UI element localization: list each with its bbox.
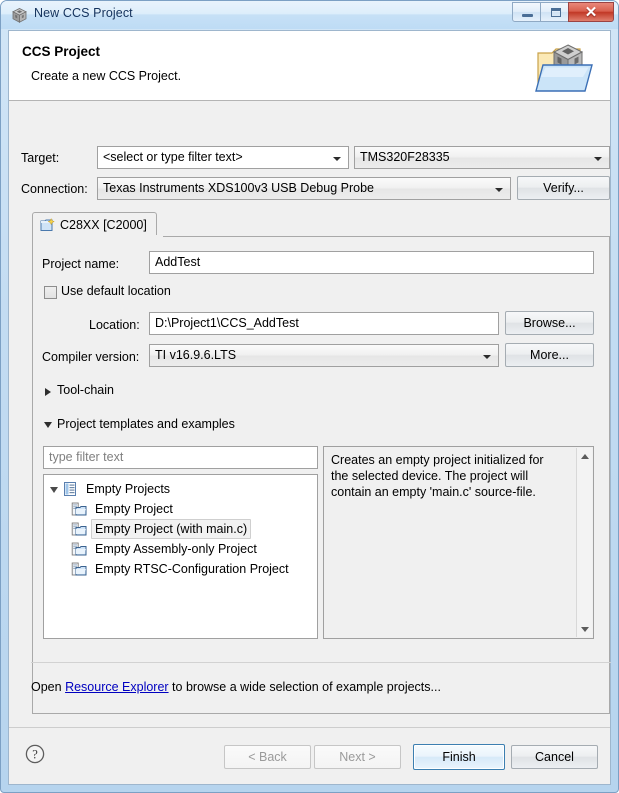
close-icon: ✕ (584, 3, 598, 21)
browse-button[interactable]: Browse... (505, 311, 594, 335)
target-label: Target: (21, 151, 60, 165)
compiler-version-combo[interactable]: TI v16.9.6.LTS (149, 344, 499, 367)
chevron-down-icon[interactable] (44, 422, 52, 428)
template-description-panel: Creates an empty project initialized for… (323, 446, 594, 639)
tree-row[interactable]: Empty RTSC-Configuration Project (44, 559, 317, 579)
connection-label: Connection: (21, 182, 88, 196)
tree-row-selected[interactable]: Empty Project (with main.c) (44, 519, 317, 539)
template-tree[interactable]: Empty Projects Empty Project Empty Proje… (43, 474, 318, 639)
compiler-version-value: TI v16.9.6.LTS (155, 348, 237, 362)
maximize-button[interactable] (540, 2, 569, 22)
resource-line-suffix: to browse a wide selection of example pr… (168, 680, 441, 694)
chevron-right-icon[interactable] (45, 388, 51, 396)
target-filter-value: <select or type filter text> (103, 150, 243, 164)
tree-row-label: Empty Assembly-only Project (95, 542, 257, 556)
window-controls: ✕ (512, 2, 614, 22)
more-button[interactable]: More... (505, 343, 594, 367)
new-project-icon (40, 218, 55, 232)
connection-value: Texas Instruments XDS100v3 USB Debug Pro… (103, 181, 374, 195)
template-tree-rows: Empty Projects Empty Project Empty Proje… (44, 475, 317, 579)
scroll-down-button[interactable] (577, 621, 593, 637)
chevron-down-icon (495, 188, 503, 192)
compiler-version-label: Compiler version: (42, 350, 140, 364)
resource-explorer-link[interactable]: Resource Explorer (65, 680, 169, 694)
project-name-input[interactable]: AddTest (149, 251, 594, 274)
chevron-down-icon[interactable] (50, 487, 58, 493)
dialog-content: CCS Project Create a new CCS Project. Ta… (8, 30, 611, 785)
template-description-text: Creates an empty project initialized for… (331, 453, 544, 499)
wizard-header: CCS Project Create a new CCS Project. (9, 31, 610, 101)
close-button[interactable]: ✕ (568, 2, 614, 22)
svg-text:?: ? (32, 748, 38, 762)
triangle-up-icon (581, 453, 589, 459)
description-scrollbar[interactable] (576, 448, 592, 637)
tab-seam (33, 235, 163, 238)
target-filter-combo[interactable]: <select or type filter text> (97, 146, 349, 169)
minimize-button[interactable] (512, 2, 541, 22)
verify-button[interactable]: Verify... (517, 176, 610, 200)
maximize-icon (551, 8, 561, 17)
resource-explorer-line: Open Resource Explorer to browse a wide … (31, 680, 441, 694)
toolchain-section-label[interactable]: Tool-chain (57, 383, 114, 397)
cancel-button[interactable]: Cancel (511, 745, 598, 769)
scroll-up-button[interactable] (577, 448, 593, 464)
use-default-location-label: Use default location (61, 284, 171, 298)
cube-icon (11, 7, 28, 24)
project-folder-icon (71, 561, 87, 577)
window-title: New CCS Project (34, 6, 133, 20)
chevron-down-icon (483, 355, 491, 359)
tree-row[interactable]: Empty Project (44, 499, 317, 519)
templates-section-label[interactable]: Project templates and examples (57, 417, 235, 431)
help-icon[interactable]: ? (25, 744, 45, 764)
location-label: Location: (89, 318, 140, 332)
use-default-location-checkbox[interactable] (44, 286, 57, 299)
tree-row[interactable]: Empty Projects (44, 479, 317, 499)
tree-row-label: Empty RTSC-Configuration Project (95, 562, 289, 576)
tab-c28xx[interactable]: C28XX [C2000] (32, 212, 157, 237)
next-button[interactable]: Next > (314, 745, 401, 769)
folder-cube-icon (534, 35, 600, 97)
chevron-down-icon (333, 157, 341, 161)
tab-label: C28XX [C2000] (60, 218, 147, 232)
project-folder-icon (71, 501, 87, 517)
triangle-down-icon (581, 626, 589, 632)
tree-row-label: Empty Project (95, 502, 173, 516)
resource-line-prefix: Open (31, 680, 66, 694)
chevron-down-icon (594, 157, 602, 161)
tree-row-label: Empty Project (with main.c) (91, 519, 252, 539)
page-subtitle: Create a new CCS Project. (31, 69, 182, 83)
divider (31, 662, 611, 663)
title-bar: New CCS Project ✕ (1, 1, 618, 29)
target-device-value: TMS320F28335 (360, 150, 450, 164)
target-device-combo[interactable]: TMS320F28335 (354, 146, 610, 169)
project-folder-icon (71, 541, 87, 557)
dialog-footer: ? < Back Next > Finish Cancel (9, 727, 610, 784)
template-filter-input[interactable]: type filter text (43, 446, 318, 469)
back-button[interactable]: < Back (224, 745, 311, 769)
wizard-body: Target: <select or type filter text> TMS… (9, 102, 611, 727)
dialog-window: New CCS Project ✕ CCS Project Create a n… (0, 0, 619, 793)
finish-button[interactable]: Finish (413, 744, 505, 770)
project-folder-icon (71, 521, 87, 537)
connection-combo[interactable]: Texas Instruments XDS100v3 USB Debug Pro… (97, 177, 511, 200)
document-list-icon (62, 481, 78, 497)
project-name-label: Project name: (42, 257, 120, 271)
tree-row[interactable]: Empty Assembly-only Project (44, 539, 317, 559)
page-title: CCS Project (22, 44, 101, 59)
location-input[interactable]: D:\Project1\CCS_AddTest (149, 312, 499, 335)
minimize-icon (522, 14, 533, 17)
tree-row-label: Empty Projects (86, 482, 171, 496)
